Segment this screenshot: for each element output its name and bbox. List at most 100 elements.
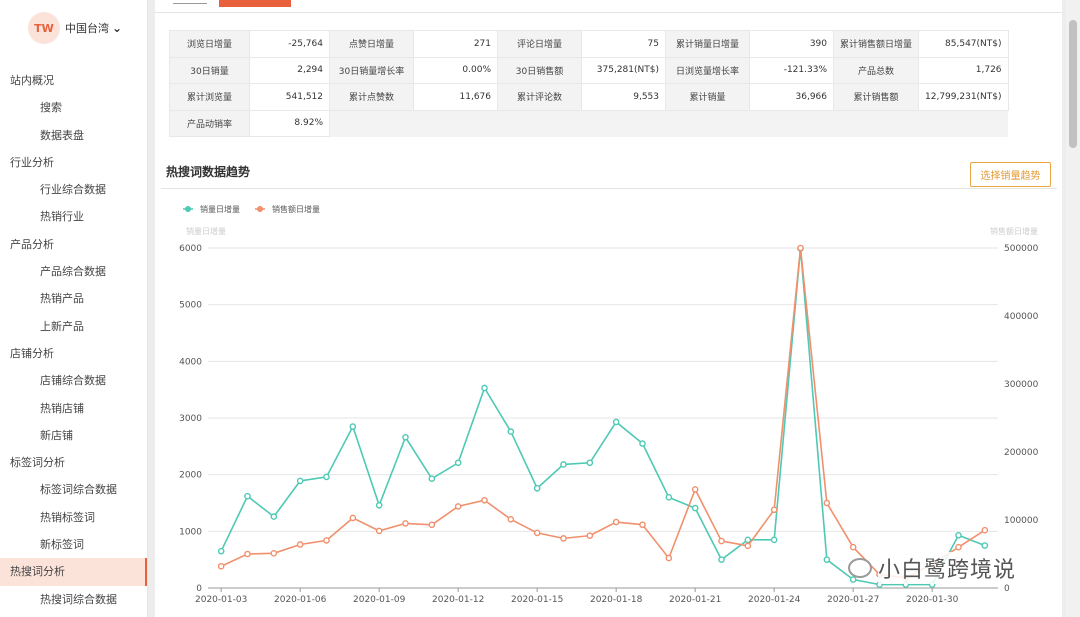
x-tick-label: 2020-01-03 — [195, 595, 247, 605]
stat-label: 日浏览量增长率 — [665, 56, 750, 84]
series-1-point — [639, 521, 646, 529]
sidebar-group[interactable]: 店铺分析 — [0, 340, 147, 367]
series-1-point — [665, 554, 673, 562]
y-right-tick-label: 200000 — [1004, 448, 1039, 458]
y-left-tick-label: 2000 — [179, 471, 202, 481]
stat-empty — [833, 110, 1009, 137]
tab-divider — [155, 12, 1062, 13]
sidebar-group[interactable]: 标签词分析 — [0, 449, 147, 476]
stat-label: 累计销售额日增量 — [832, 30, 920, 58]
series-1-point — [823, 499, 831, 507]
sidebar: TW 中国台湾 ⌄ 站内概况 搜索 数据表盘 行业分析 行业综合数据 热销行业 产品分析 产品… — [0, 0, 148, 617]
series-1-point — [586, 532, 594, 539]
stat-label: 点赞日增量 — [329, 30, 414, 58]
series-1-point — [323, 537, 330, 544]
legend-label: 销量日增量 — [200, 204, 240, 214]
series-0-point — [323, 473, 330, 481]
stat-value: 36,966 — [749, 83, 834, 111]
series-0-point — [454, 459, 462, 467]
chevron-down-icon: ⌄ — [112, 21, 123, 35]
stats-row: 产品动销率 8.92% — [169, 109, 1009, 137]
y-right-tick-label: 300000 — [1004, 380, 1039, 390]
y-left-axis-label: 销量日增量 — [186, 226, 226, 236]
stat-empty — [329, 110, 498, 137]
sidebar-item[interactable]: 热销行业 — [0, 203, 147, 230]
x-tick-label: 2020-01-18 — [590, 595, 643, 605]
series-1-point — [770, 506, 778, 514]
series-1-point — [270, 550, 278, 557]
stats-table: 浏览日增量 -25,764 点赞日增量 271 评论日增量 75 累计销量日增量 390 累计销… — [169, 30, 1009, 137]
y-left-tick-label: 3000 — [179, 414, 202, 424]
sidebar-group[interactable]: 站内概况 — [0, 67, 147, 94]
region-selector[interactable]: TW 中国台湾 ⌄ — [28, 12, 122, 44]
sidebar-group[interactable]: 热搜词分析 — [0, 558, 147, 586]
series-1-point — [955, 543, 962, 551]
y-right-axis-label: 销售额日增量 — [990, 226, 1038, 236]
sidebar-item[interactable]: 行业综合数据 — [0, 176, 147, 203]
select-sales-trend-button[interactable]: 选择销量趋势 — [970, 162, 1051, 187]
series-0-point — [296, 477, 304, 485]
series-0-point — [770, 536, 778, 544]
series-0-point — [560, 461, 567, 468]
series-0-point — [507, 428, 515, 435]
scrollbar-thumb[interactable] — [1069, 20, 1077, 148]
stat-value: 541,512 — [249, 83, 330, 111]
sidebar-item[interactable]: 上新产品 — [0, 313, 147, 340]
x-tick-label: 2020-01-21 — [669, 595, 721, 605]
region-badge: TW — [28, 12, 60, 44]
stat-label: 产品动销率 — [169, 109, 250, 137]
series-1-point — [533, 529, 541, 537]
series-0-point — [586, 459, 594, 467]
sidebar-item[interactable]: 热销标签词 — [0, 504, 147, 531]
sidebar-item[interactable]: 店铺综合数据 — [0, 367, 147, 394]
series-0-point — [981, 542, 989, 549]
sidebar-group[interactable]: 产品分析 — [0, 231, 147, 258]
stats-row: 30日销量 2,294 30日销量增长率 0.00% 30日销售额 375,281(NT$… — [169, 56, 1009, 84]
stat-label: 累计销售额 — [832, 83, 920, 111]
sidebar-item[interactable]: 标签词综合数据 — [0, 476, 147, 503]
series-1-point — [481, 496, 488, 504]
sidebar-item[interactable]: 产品综合数据 — [0, 258, 147, 285]
section-divider — [161, 188, 1057, 189]
series-0-point — [612, 418, 620, 426]
sidebar-item[interactable]: 热搜词综合数据 — [0, 586, 147, 613]
sidebar-item[interactable]: 新标签词 — [0, 531, 147, 558]
stat-value: -121.33% — [749, 56, 834, 84]
stat-label: 累计点赞数 — [329, 83, 414, 111]
legend-marker — [185, 206, 191, 212]
series-0-point — [823, 556, 831, 563]
series-1-point — [981, 526, 989, 534]
sidebar-item[interactable]: 搜索 — [0, 94, 147, 121]
stat-value: 271 — [413, 30, 498, 58]
region-name: 中国台湾 — [65, 22, 109, 35]
wechat-icon — [848, 558, 872, 578]
sidebar-group[interactable]: 行业分析 — [0, 149, 147, 176]
stat-value: 375,281(NT$) — [581, 56, 666, 84]
main-panel: 浏览日增量 -25,764 点赞日增量 271 评论日增量 75 累计销量日增量 390 累计销… — [155, 0, 1062, 617]
y-left-tick-label: 0 — [196, 584, 202, 594]
series-0-point — [533, 484, 541, 492]
stat-label: 累计浏览量 — [169, 83, 250, 111]
series-1-point — [612, 518, 620, 526]
series-1-point — [718, 537, 725, 545]
tab-active[interactable] — [219, 0, 291, 7]
series-0-point — [955, 531, 962, 539]
stat-value: 12,799,231(NT$) — [918, 83, 1009, 111]
y-right-tick-label: 100000 — [1004, 516, 1039, 526]
stats-row: 浏览日增量 -25,764 点赞日增量 271 评论日增量 75 累计销量日增量 390 累计销… — [169, 30, 1009, 58]
x-tick-label: 2020-01-27 — [827, 595, 879, 605]
legend-label: 销售额日增量 — [272, 204, 320, 214]
scrollbar[interactable] — [1066, 0, 1080, 617]
tab-previous[interactable] — [173, 0, 207, 4]
x-tick-label: 2020-01-30 — [906, 595, 959, 605]
series-0-point — [665, 494, 673, 501]
series-1-point — [507, 516, 515, 523]
sidebar-item[interactable]: 热销店铺 — [0, 395, 147, 422]
y-left-tick-label: 6000 — [179, 244, 202, 254]
stat-label: 产品总数 — [832, 56, 920, 84]
sidebar-item[interactable]: 热销产品 — [0, 285, 147, 312]
trend-chart: 0 1000 2000 3000 4000 5000 6000 0 100000 200000 30… — [179, 204, 1039, 605]
stat-value: -25,764 — [249, 30, 330, 58]
sidebar-item[interactable]: 数据表盘 — [0, 122, 147, 149]
sidebar-item[interactable]: 新店铺 — [0, 422, 147, 449]
